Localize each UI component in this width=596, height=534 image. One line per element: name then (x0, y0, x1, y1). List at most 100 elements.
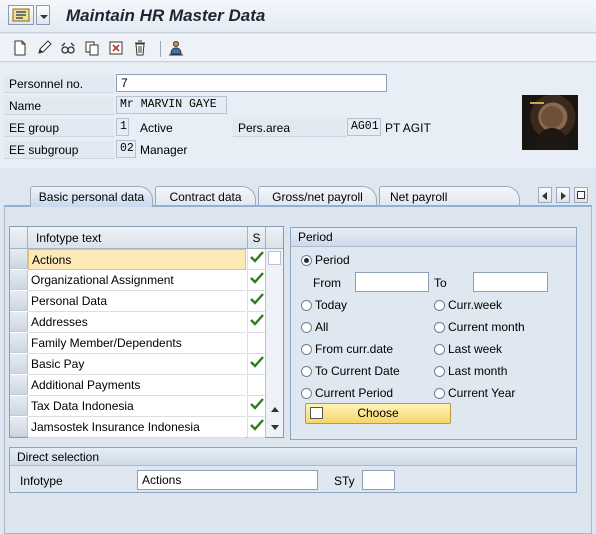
column-header-status[interactable]: S (247, 227, 265, 249)
direct-selection-title: Direct selection (10, 448, 576, 466)
table-row[interactable]: Basic Pay (28, 354, 246, 375)
checkmark-icon (249, 398, 264, 413)
ee-group-text: Active (140, 121, 173, 135)
row-status (247, 396, 265, 417)
tab-basic-personal-data[interactable]: Basic personal data (30, 186, 153, 207)
table-row[interactable]: Personal Data (28, 291, 246, 312)
system-menu-button[interactable] (8, 5, 34, 25)
radio-last-week[interactable] (434, 344, 445, 355)
system-menu-icon (12, 8, 30, 22)
org-structure-icon (169, 41, 183, 56)
personnel-no-field[interactable]: 7 (116, 74, 387, 92)
row-selector[interactable] (10, 291, 28, 311)
to-date-field[interactable] (473, 272, 548, 292)
table-row[interactable]: Addresses (28, 312, 246, 333)
row-selector[interactable] (10, 249, 28, 269)
table-row[interactable]: Actions (28, 249, 246, 270)
checkmark-icon (249, 272, 264, 287)
radio-today[interactable] (301, 300, 312, 311)
copy-button[interactable] (82, 38, 102, 58)
delete-button[interactable] (130, 38, 150, 58)
sty-label: STy (334, 474, 355, 488)
delimit-button[interactable] (106, 38, 126, 58)
row-selector[interactable] (10, 270, 28, 290)
copy-icon (85, 41, 99, 56)
radio-current-year[interactable] (434, 388, 445, 399)
table-row[interactable]: Organizational Assignment (28, 270, 246, 291)
column-header-infotype-text[interactable]: Infotype text (28, 227, 247, 249)
row-status (247, 312, 265, 333)
row-selector[interactable] (10, 354, 28, 374)
name-label: Name (4, 97, 114, 115)
from-date-field[interactable] (355, 272, 429, 292)
row-selector[interactable] (10, 417, 28, 437)
row-status (247, 417, 265, 438)
from-label: From (313, 276, 341, 290)
subtype-field[interactable] (362, 470, 395, 490)
scrollbar-thumb[interactable] (268, 251, 281, 265)
tab-scroll-left[interactable] (538, 187, 552, 203)
row-status (247, 375, 265, 396)
radio-curr-week[interactable] (434, 300, 445, 311)
radio-label: Today (315, 298, 348, 312)
chevron-down-icon (40, 15, 48, 19)
ee-group-label: EE group (4, 119, 114, 137)
row-selector[interactable] (10, 396, 28, 416)
personnel-no-label: Personnel no. (4, 75, 114, 93)
tab-scroll-right[interactable] (556, 187, 570, 203)
radio-from-curr-date[interactable] (301, 344, 312, 355)
display-icon (61, 42, 75, 54)
radio-current-month[interactable] (434, 322, 445, 333)
table-vertical-scrollbar[interactable] (265, 249, 283, 437)
radio-label: Curr.week (448, 298, 503, 312)
toolbar-separator (160, 41, 161, 57)
radio-label: Last month (448, 364, 508, 378)
checkmark-icon (249, 251, 264, 266)
display-button[interactable] (58, 38, 78, 58)
table-settings-button[interactable] (265, 227, 283, 249)
application-toolbar (0, 34, 596, 62)
checkmark-icon (249, 314, 264, 329)
radio-label: Current month (448, 320, 525, 334)
system-menu-dropdown[interactable] (36, 5, 50, 25)
ee-subgroup-code: 02 (116, 140, 136, 158)
table-select-all[interactable] (10, 227, 28, 249)
checkmark-icon (249, 293, 264, 308)
choose-button[interactable]: Choose (305, 403, 451, 424)
org-structure-button[interactable] (166, 38, 186, 58)
row-selector[interactable] (10, 333, 28, 353)
pers-area-code: AG01 (347, 118, 381, 136)
tab-list-button[interactable] (574, 187, 588, 203)
title-bar: Maintain HR Master Data (0, 0, 596, 33)
radio-period[interactable] (301, 255, 312, 266)
radio-all[interactable] (301, 322, 312, 333)
radio-current-period[interactable] (301, 388, 312, 399)
change-button[interactable] (34, 38, 54, 58)
radio-to-current-date[interactable] (301, 366, 312, 377)
tab-strip: Basic personal data Contract data Gross/… (0, 184, 596, 207)
scroll-up-icon[interactable] (271, 407, 279, 412)
table-row[interactable]: Tax Data Indonesia (28, 396, 246, 417)
table-row[interactable]: Additional Payments (28, 375, 246, 396)
tab-net-payroll[interactable]: Net payroll (379, 186, 520, 207)
table-row[interactable]: Jamsostek Insurance Indonesia (28, 417, 246, 438)
create-button[interactable] (10, 38, 30, 58)
name-value: Mr MARVIN GAYE (116, 96, 227, 114)
radio-label: Last week (448, 342, 503, 356)
radio-label: Current Year (448, 386, 516, 400)
radio-last-month[interactable] (434, 366, 445, 377)
tab-contract-data[interactable]: Contract data (155, 186, 256, 207)
checkmark-icon (249, 356, 264, 371)
infotype-field[interactable]: Actions (137, 470, 318, 490)
scroll-down-icon[interactable] (271, 425, 279, 430)
table-row[interactable]: Family Member/Dependents (28, 333, 246, 354)
tab-gross-net-payroll[interactable]: Gross/net payroll (258, 186, 377, 207)
row-status (247, 291, 265, 312)
pers-area-text: PT AGIT (385, 121, 431, 135)
row-selector[interactable] (10, 375, 28, 395)
radio-label: From curr.date (315, 342, 394, 356)
infotype-table: Infotype text S Actions Organizational As… (9, 226, 284, 438)
delete-icon (135, 40, 145, 56)
row-selector[interactable] (10, 312, 28, 332)
row-status (247, 249, 265, 270)
